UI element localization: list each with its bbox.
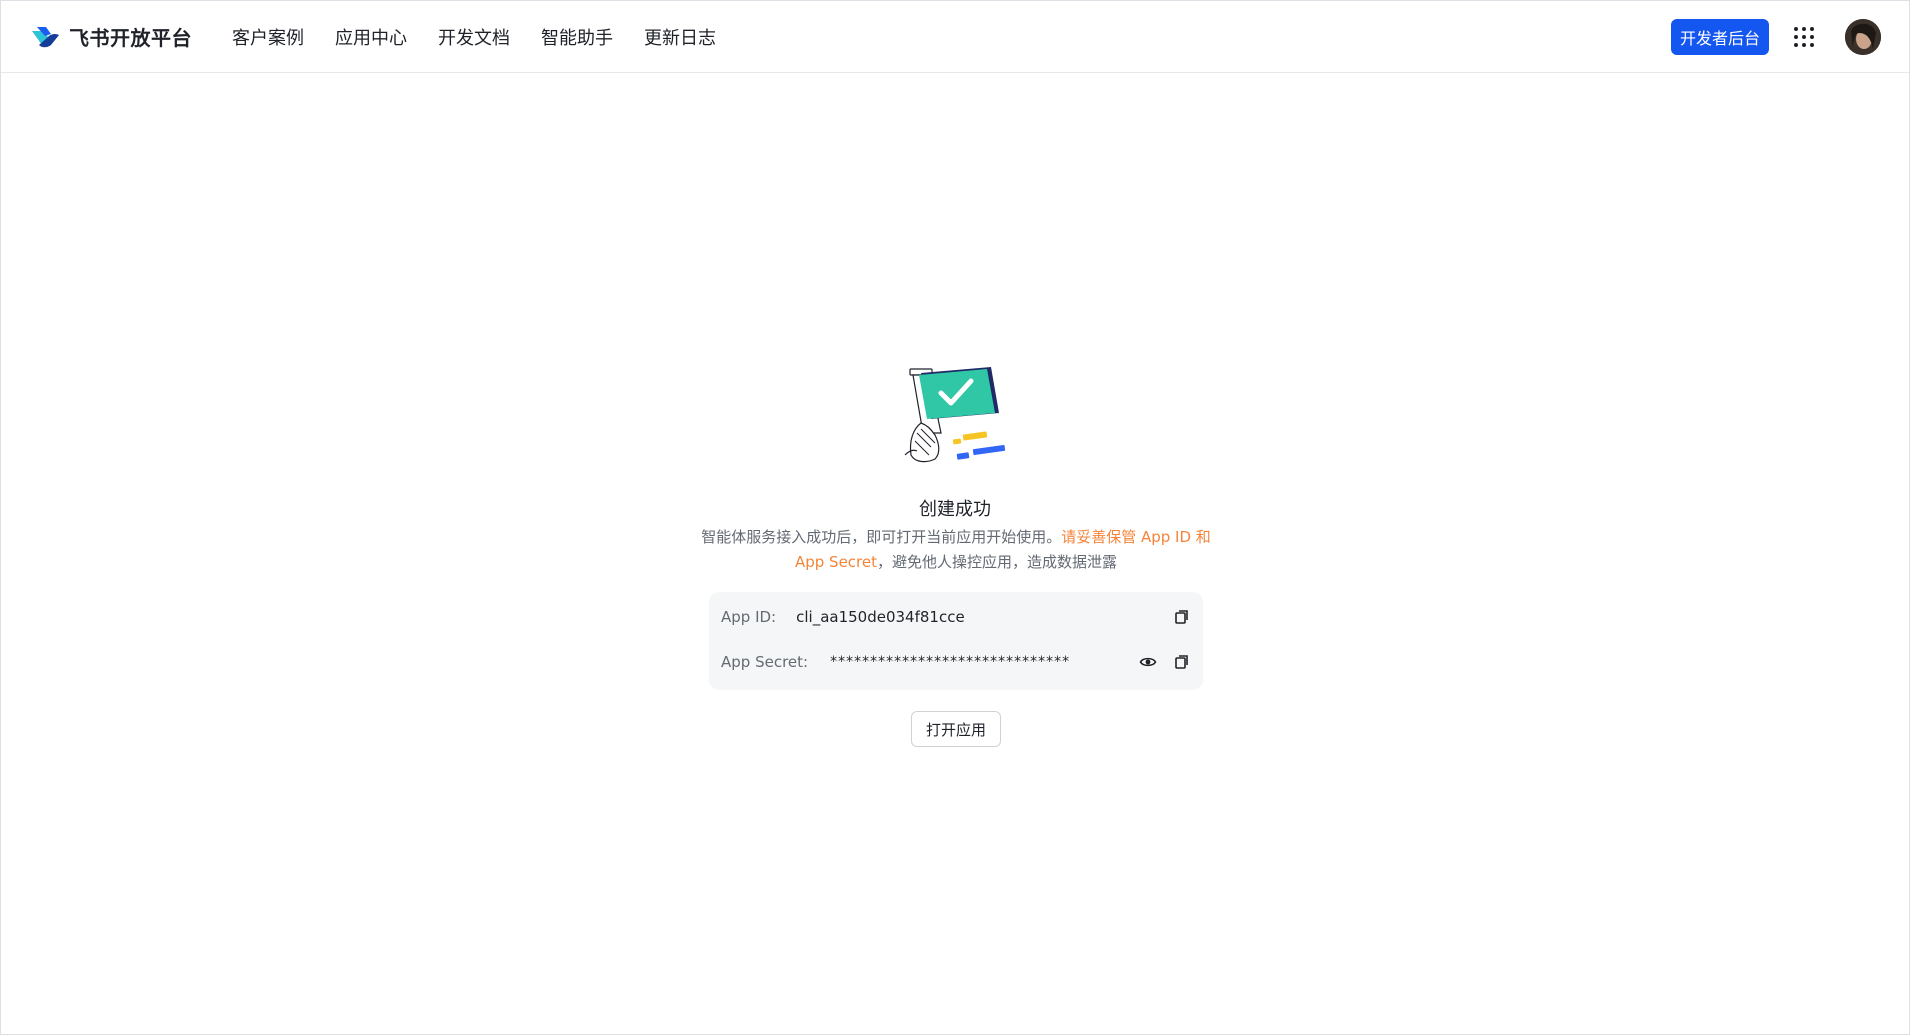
open-app-button[interactable]: 打开应用 [911,711,1001,747]
app-secret-actions [1123,653,1191,671]
copy-icon[interactable] [1173,608,1191,626]
app-id-value: cli_aa150de034f81cce [796,608,965,626]
top-navbar: 飞书开放平台 客户案例 应用中心 开发文档 智能助手 更新日志 开发者后台 [1,1,1909,73]
developer-console-button[interactable]: 开发者后台 [1670,18,1769,55]
user-avatar[interactable] [1845,18,1881,55]
header-actions: 开发者后台 [1670,18,1881,55]
credentials-panel: App ID: cli_aa150de034f81cce App Secret:… [709,592,1203,690]
nav-item-customer-cases[interactable]: 客户案例 [232,24,304,50]
app-id-row: App ID: cli_aa150de034f81cce [721,605,1191,629]
success-title: 创建成功 [919,499,991,520]
nav-item-changelog[interactable]: 更新日志 [644,24,716,50]
nav-item-app-center[interactable]: 应用中心 [335,24,407,50]
brand[interactable]: 飞书开放平台 [29,21,192,53]
avatar-image [1845,18,1881,55]
brand-name: 飞书开放平台 [69,26,192,50]
success-description: 智能体服务接入成功后，即可打开当前应用开始使用。请妥善保管 App ID 和 A… [701,525,1211,575]
app-secret-label: App Secret: [721,653,809,671]
description-text: 智能体服务接入成功后，即可打开当前应用开始使用。 [701,528,1062,546]
app-id-label: App ID: [721,608,777,626]
nav-item-dev-docs[interactable]: 开发文档 [438,24,510,50]
grid-icon[interactable] [1793,26,1815,48]
copy-icon[interactable] [1173,653,1191,671]
app-secret-row: App Secret: ****************************… [721,650,1191,674]
eye-icon[interactable] [1139,653,1157,671]
app-secret-value: ****************************** [830,654,1071,670]
main-nav: 客户案例 应用中心 开发文档 智能助手 更新日志 [232,24,747,50]
feishu-logo-icon [32,26,59,47]
description-suffix: ，避免他人操控应用，造成数据泄露 [877,553,1118,571]
success-check-illustration [904,367,1006,463]
page: 飞书开放平台 客户案例 应用中心 开发文档 智能助手 更新日志 开发者后台 创建… [0,0,1910,1035]
app-id-actions [1157,608,1191,626]
main-content: 创建成功 智能体服务接入成功后，即可打开当前应用开始使用。请妥善保管 App I… [1,73,1909,1035]
nav-item-ai-assistant[interactable]: 智能助手 [541,24,613,50]
